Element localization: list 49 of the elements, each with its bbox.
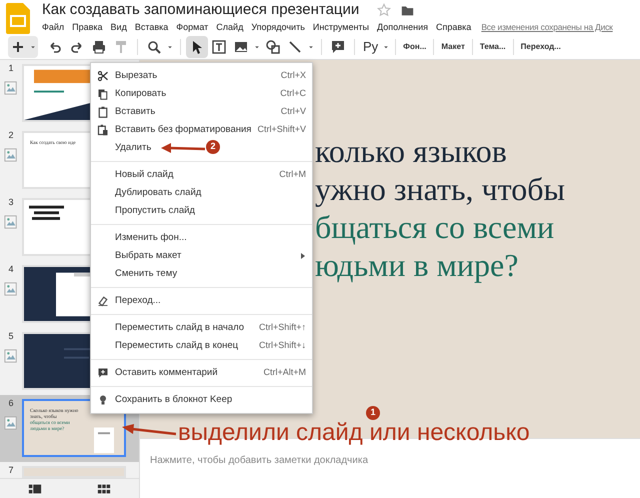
step-badge: 1 xyxy=(366,406,380,420)
slide-title-line: колько языков xyxy=(315,132,508,170)
slide-number: 5 xyxy=(8,330,14,343)
menu-item[interactable]: Выбрать макет xyxy=(115,250,182,261)
menu-item[interactable]: Переместить слайд в конец xyxy=(115,340,238,351)
slide-number: 4 xyxy=(8,263,14,276)
menu-item[interactable]: Справка xyxy=(432,20,476,34)
menu-item[interactable]: Вставка xyxy=(130,20,172,34)
menu-item[interactable]: Вставить xyxy=(115,106,156,117)
slide-title-line: бщаться со всеми xyxy=(315,208,556,246)
menu-item[interactable]: Файл xyxy=(42,20,68,34)
shortcut-label: Ctrl+X xyxy=(280,69,306,82)
toolbar-button[interactable]: Переход... xyxy=(518,41,564,53)
document-title[interactable]: Как создавать запоминающиеся презентации xyxy=(42,0,360,20)
menu-item[interactable]: Дополнения xyxy=(373,20,432,34)
toolbar-button[interactable]: Макет xyxy=(438,41,468,53)
slide-number: 1 xyxy=(8,62,14,75)
menu-item[interactable]: Упорядочить xyxy=(247,20,309,34)
slide-number: 6 xyxy=(8,397,14,410)
menu-item[interactable]: Пропустить слайд xyxy=(115,204,195,216)
slide-title-line: юдьми в мире? xyxy=(315,246,520,284)
slide-number: 2 xyxy=(8,129,14,142)
shortcut-label: Ctrl+M xyxy=(279,168,306,182)
menu-item[interactable]: Дублировать слайд xyxy=(115,186,202,198)
menu-item[interactable]: Копировать xyxy=(115,88,166,99)
shortcut-label: Ctrl+V xyxy=(280,105,306,118)
slide-title-line: ужно знать, чтобы xyxy=(315,170,566,208)
slide-number: 7 xyxy=(8,464,14,477)
slide-number: 3 xyxy=(8,196,14,209)
save-status-link[interactable]: Все изменения сохранены на Диск xyxy=(481,21,613,34)
toolbar-button[interactable]: Фон... xyxy=(400,41,430,53)
menu-item[interactable]: Инструменты xyxy=(308,20,374,34)
menu-item[interactable]: Оставить комментарий xyxy=(115,366,218,378)
shortcut-label: Ctrl+Shift+V xyxy=(257,123,306,136)
input-tools-button[interactable]: Ру xyxy=(360,37,382,57)
shortcut-label: Ctrl+Shift+↓ xyxy=(258,339,306,352)
menu-item[interactable]: Переход... xyxy=(115,294,161,306)
menu-item[interactable]: Сменить тему xyxy=(115,268,178,279)
menu-item[interactable]: Правка xyxy=(68,20,107,34)
menu-item[interactable]: Переместить слайд в начало xyxy=(115,322,244,333)
menu-item[interactable]: Формат xyxy=(172,20,212,34)
toolbar-button[interactable]: Тема... xyxy=(476,41,509,53)
shortcut-label: Ctrl+Alt+M xyxy=(263,366,306,380)
menu-item[interactable]: Вырезать xyxy=(115,70,158,81)
shortcut-label: Ctrl+Shift+↑ xyxy=(258,321,306,334)
shortcut-label: Ctrl+C xyxy=(280,87,306,100)
menu-item[interactable]: Слайд xyxy=(212,20,248,34)
menu-item[interactable]: Вид xyxy=(106,20,131,34)
menu-item[interactable]: Изменить фон... xyxy=(115,232,187,243)
